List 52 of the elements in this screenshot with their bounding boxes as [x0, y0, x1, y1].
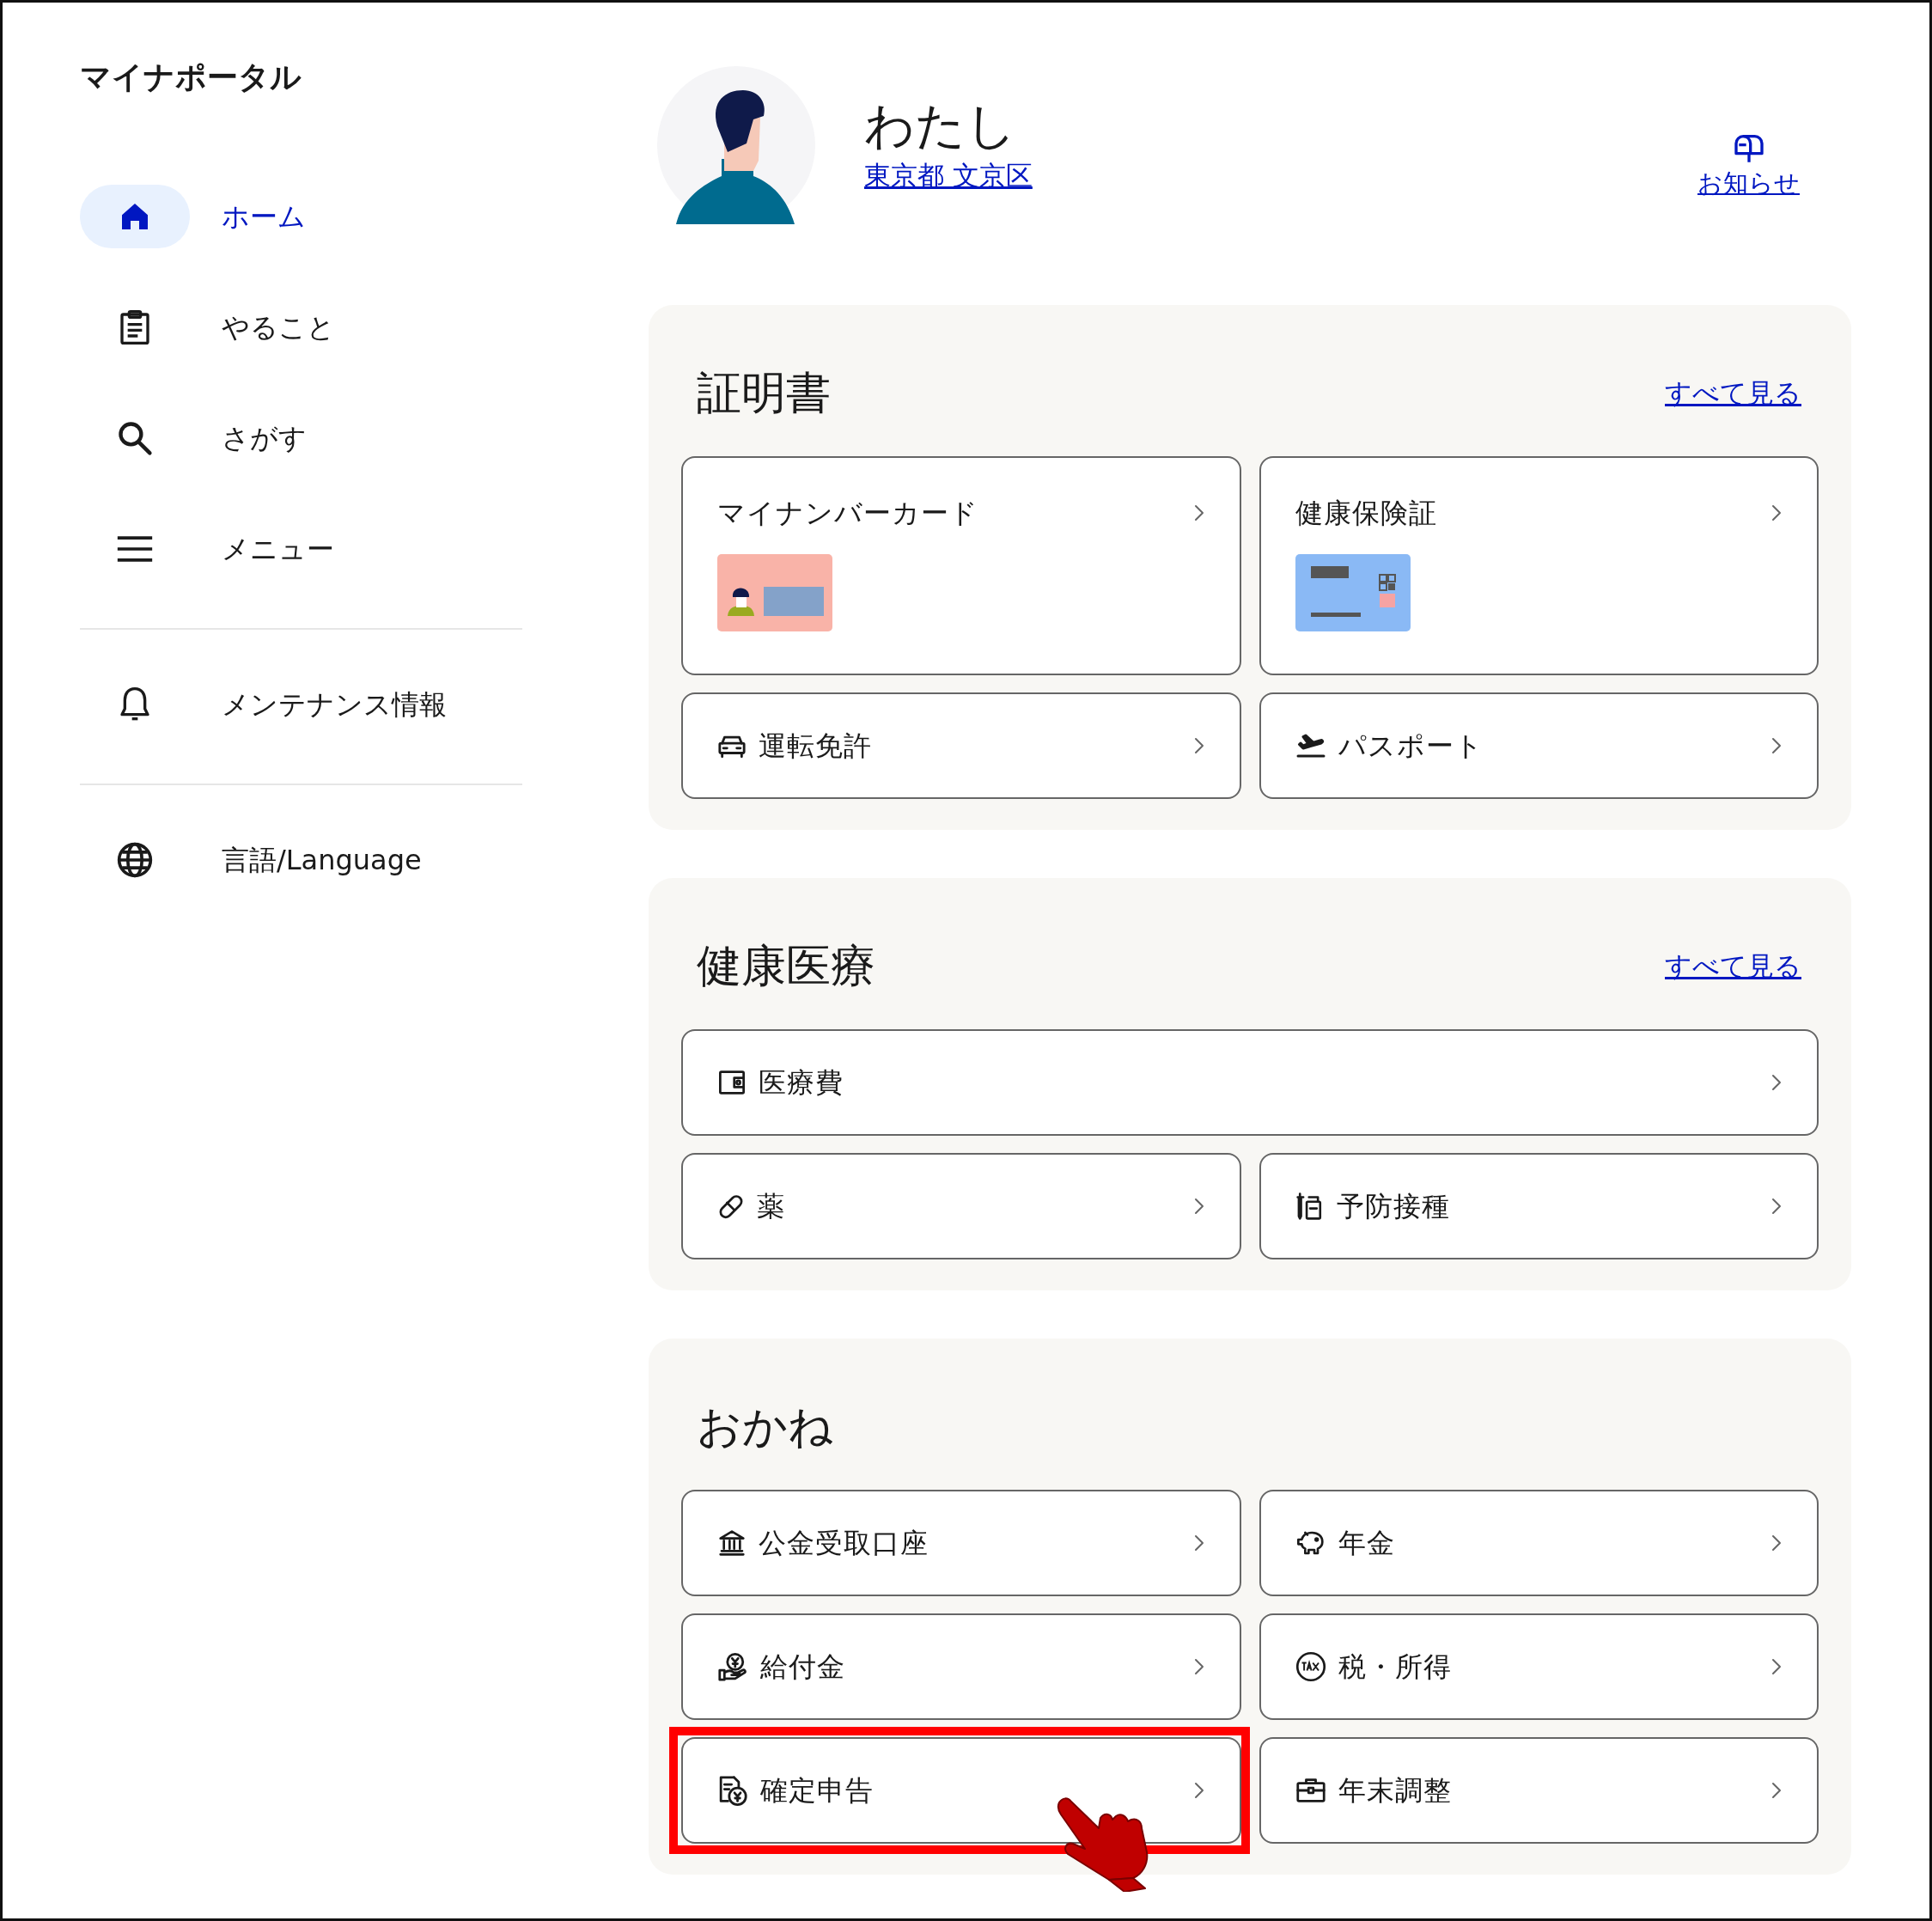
- service-card[interactable]: 健康保険証: [1259, 456, 1819, 675]
- service-card[interactable]: 年末調整: [1259, 1737, 1819, 1844]
- clipboard-icon: [118, 308, 152, 346]
- nav-item[interactable]: メンテナンス情報: [80, 649, 522, 759]
- piggy-bank-icon: [1295, 1529, 1326, 1557]
- chevron-right-icon: [1770, 1533, 1783, 1553]
- service-card[interactable]: 予防接種: [1259, 1153, 1819, 1259]
- see-all-link[interactable]: すべて見る: [1665, 372, 1801, 413]
- menu-icon: [116, 535, 154, 562]
- section-title: おかね: [697, 1399, 833, 1454]
- nav-item[interactable]: 言語/Language: [80, 804, 522, 915]
- app-title: マイナポータル: [80, 58, 302, 96]
- service-card[interactable]: 公金受取口座: [681, 1490, 1241, 1596]
- briefcase-icon: [1295, 1777, 1326, 1804]
- service-card[interactable]: 運転免許: [681, 692, 1241, 799]
- document-yen-icon: [717, 1775, 748, 1806]
- service-card[interactable]: 年金: [1259, 1490, 1819, 1596]
- service-card[interactable]: 給付金: [681, 1613, 1241, 1720]
- chevron-right-icon: [1770, 1196, 1783, 1217]
- service-card[interactable]: パスポート: [1259, 692, 1819, 799]
- chevron-right-icon: [1770, 1780, 1783, 1801]
- user-name: わたし: [864, 95, 1017, 156]
- location-link[interactable]: 東京都 文京区: [864, 159, 1033, 191]
- chevron-right-icon: [1192, 1196, 1205, 1217]
- service-card[interactable]: マイナンバーカード: [681, 456, 1241, 675]
- nav-item[interactable]: メニュー: [80, 493, 522, 604]
- wallet-icon: [717, 1070, 747, 1095]
- service-card[interactable]: 薬: [681, 1153, 1241, 1259]
- section-title: 健康医療: [697, 938, 875, 993]
- pill-icon: [717, 1192, 745, 1220]
- service-card[interactable]: 確定申告: [681, 1737, 1241, 1844]
- chevron-right-icon: [1192, 1780, 1205, 1801]
- chevron-right-icon: [1192, 503, 1205, 523]
- nav-item[interactable]: ホーム: [80, 161, 522, 271]
- chevron-right-icon: [1770, 735, 1783, 756]
- airplane-icon: [1295, 733, 1326, 759]
- chevron-right-icon: [1192, 735, 1205, 756]
- chevron-right-icon: [1770, 1656, 1783, 1677]
- hand-coin-icon: [717, 1652, 748, 1681]
- nav-item[interactable]: やること: [80, 271, 522, 382]
- chevron-right-icon: [1770, 1072, 1783, 1093]
- service-card[interactable]: 税・所得: [1259, 1613, 1819, 1720]
- service-card[interactable]: 医療費: [681, 1029, 1819, 1136]
- section-title: 証明書: [697, 365, 831, 420]
- chevron-right-icon: [1192, 1533, 1205, 1553]
- see-all-link[interactable]: すべて見る: [1665, 945, 1801, 986]
- nav-item[interactable]: さがす: [80, 382, 522, 493]
- globe-icon: [116, 840, 154, 879]
- chevron-right-icon: [1192, 1656, 1205, 1677]
- tax-icon: [1295, 1651, 1326, 1682]
- chevron-right-icon: [1770, 503, 1783, 523]
- bank-icon: [717, 1529, 747, 1557]
